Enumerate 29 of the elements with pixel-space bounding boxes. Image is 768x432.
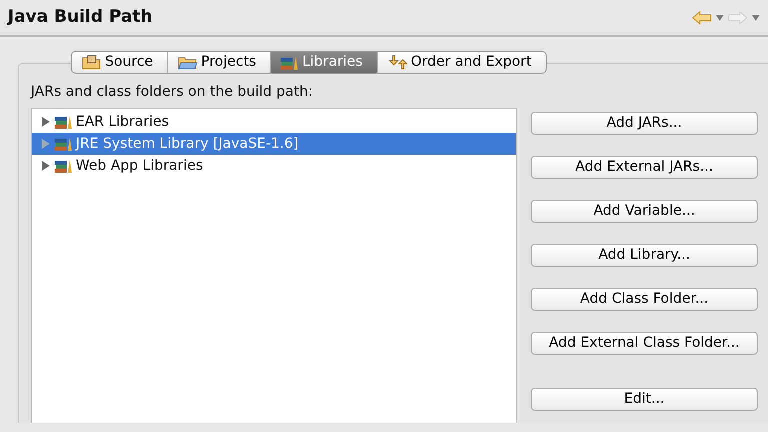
expand-arrow-icon[interactable] bbox=[40, 117, 52, 127]
caret-icon[interactable] bbox=[752, 14, 760, 20]
library-icon bbox=[55, 159, 73, 173]
tree-item[interactable]: EAR Libraries bbox=[32, 111, 516, 133]
tab[interactable]: Order and Export bbox=[378, 52, 546, 73]
tree-label: JARs and class folders on the build path: bbox=[31, 83, 314, 102]
action-button[interactable]: Add Class Folder... bbox=[531, 288, 758, 311]
action-button[interactable]: Edit... bbox=[531, 388, 758, 411]
tab[interactable]: Libraries bbox=[271, 52, 378, 73]
action-button[interactable]: Add Variable... bbox=[531, 200, 758, 223]
library-icon bbox=[55, 115, 73, 129]
tree-item[interactable]: Web App Libraries bbox=[32, 155, 516, 177]
tab[interactable]: Projects bbox=[168, 52, 272, 73]
action-button[interactable]: Add External Class Folder... bbox=[531, 332, 758, 355]
library-icon bbox=[55, 137, 73, 151]
window-title: Java Build Path bbox=[8, 6, 153, 29]
back-arrow-icon[interactable] bbox=[692, 10, 712, 24]
action-button[interactable]: Add JARs... bbox=[531, 112, 758, 135]
library-icon bbox=[281, 56, 300, 70]
tree-item[interactable]: JRE System Library [JavaSE-1.6] bbox=[32, 133, 516, 155]
up-down-arrows-icon bbox=[388, 55, 408, 70]
expand-arrow-icon[interactable] bbox=[40, 161, 52, 171]
library-tree[interactable]: EAR Libraries JRE System Library [JavaSE-1.6] Web App Libraries bbox=[31, 108, 517, 423]
folder-icon bbox=[178, 55, 198, 70]
action-button[interactable]: Add External JARs... bbox=[531, 156, 758, 179]
tab[interactable]: Source bbox=[72, 52, 168, 73]
action-button[interactable]: Add Library... bbox=[531, 244, 758, 267]
caret-icon[interactable] bbox=[716, 14, 724, 20]
package-folder-icon bbox=[82, 55, 102, 70]
